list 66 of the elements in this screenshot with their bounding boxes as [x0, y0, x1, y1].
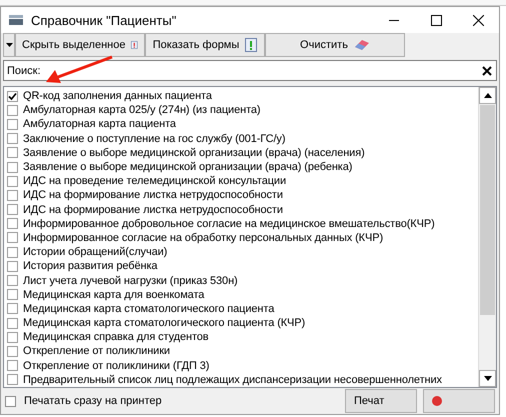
checkbox[interactable]: [7, 104, 18, 116]
checkbox[interactable]: [7, 118, 18, 130]
list-item[interactable]: Заявление о выборе медицинской организации (врача) (населения): [23, 146, 365, 159]
list-item[interactable]: Заявление о выборе медицинской организации (врача) (ребенка): [23, 161, 352, 174]
list-item[interactable]: Истории обращений(случаи): [23, 246, 168, 258]
checkbox[interactable]: [7, 318, 18, 329]
checkbox[interactable]: [7, 289, 18, 300]
checkbox[interactable]: [7, 90, 18, 102]
search-label: Поиск:: [6, 64, 42, 76]
list-item[interactable]: QR-код заполнения данных пациента: [23, 90, 212, 102]
document-icon: [245, 38, 258, 52]
checkbox[interactable]: [7, 260, 18, 272]
list-item[interactable]: ИДС на проведение телемедицинской консультации: [23, 175, 286, 188]
list-item[interactable]: Амбулаторная карта 025/у (274н) (из пациента): [23, 104, 260, 116]
checkbox[interactable]: [7, 346, 18, 357]
annotation-arrow: [46, 56, 113, 83]
scroll-down-icon[interactable]: [484, 376, 492, 381]
eraser-icon: [354, 39, 370, 51]
list-item[interactable]: Медицинская карта стоматологического пациента (КЧР): [23, 317, 306, 330]
checkbox[interactable]: [7, 332, 18, 343]
list-item[interactable]: ИДС на формирование листка нетрудоспособности: [23, 189, 283, 202]
toolbar-button[interactable]: Показать формы: [145, 33, 265, 57]
list-item[interactable]: История развития ребёнка: [23, 260, 158, 272]
close-icon[interactable]: [472, 14, 484, 26]
list-item[interactable]: Медицинская карта для военкомата: [23, 288, 204, 301]
checkbox[interactable]: [7, 218, 18, 230]
caret-icon: [6, 43, 12, 47]
window-title: Справочник "Пациенты": [31, 12, 178, 28]
list-item[interactable]: Информированное согласие на обработку персональных данных (КЧР): [23, 232, 384, 244]
list-item[interactable]: Медицинская карта стоматологического пациента: [23, 302, 274, 315]
search-field[interactable]: Поиск:: [3, 60, 497, 81]
list-item[interactable]: Медицинская справка для студентов: [23, 331, 209, 344]
app-icon: [9, 15, 23, 25]
list-item[interactable]: Амбулаторная карта пациента: [23, 118, 176, 130]
dialog-button[interactable]: [423, 389, 495, 413]
document-icon: [131, 38, 138, 52]
list-item[interactable]: Открепление от поликлиники (ГДП 3): [23, 360, 210, 372]
list-item[interactable]: ИДС на формирование листка нетрудоспособности: [23, 204, 283, 216]
scrollbar-thumb[interactable]: [480, 105, 495, 315]
checkbox[interactable]: [5, 396, 16, 406]
checkbox[interactable]: [7, 275, 18, 286]
scroll-up-icon[interactable]: [484, 93, 492, 98]
checkbox[interactable]: [7, 246, 18, 258]
checkbox-label: Печатать сразу на принтер: [24, 395, 162, 407]
toolbar-button[interactable]: Скрыть выделенное: [15, 33, 145, 57]
maximize-icon[interactable]: [430, 14, 442, 26]
checkbox[interactable]: [7, 374, 18, 386]
checkbox[interactable]: [7, 303, 18, 314]
toolbar-button[interactable]: Очистить: [265, 33, 405, 57]
list-item[interactable]: Открепление от поликлиники: [23, 345, 170, 358]
checkbox[interactable]: [7, 204, 18, 216]
checkbox[interactable]: [7, 176, 18, 187]
checkbox[interactable]: [7, 133, 18, 144]
checkbox[interactable]: [7, 360, 18, 372]
checkbox[interactable]: [7, 232, 18, 244]
list-item[interactable]: Заключение о поступление на гос службу (001-ГС/у): [23, 132, 286, 145]
clear-icon[interactable]: [482, 66, 492, 76]
list-item[interactable]: Предварительный список лиц подлежащих диспансеризации несовершеннолетних: [23, 374, 442, 386]
list-item[interactable]: Информированное добровольное согласие на медицинское вмешательство(КЧР): [23, 218, 435, 230]
checkbox[interactable]: [7, 162, 18, 173]
stop-icon: [432, 396, 442, 406]
checkbox[interactable]: [7, 147, 18, 158]
dropdown-button[interactable]: [3, 33, 15, 57]
list-item[interactable]: Лист учета лучевой нагрузки (приказ 530н): [23, 274, 238, 287]
print-button[interactable]: Печат: [345, 389, 417, 413]
checkbox[interactable]: [7, 190, 18, 201]
